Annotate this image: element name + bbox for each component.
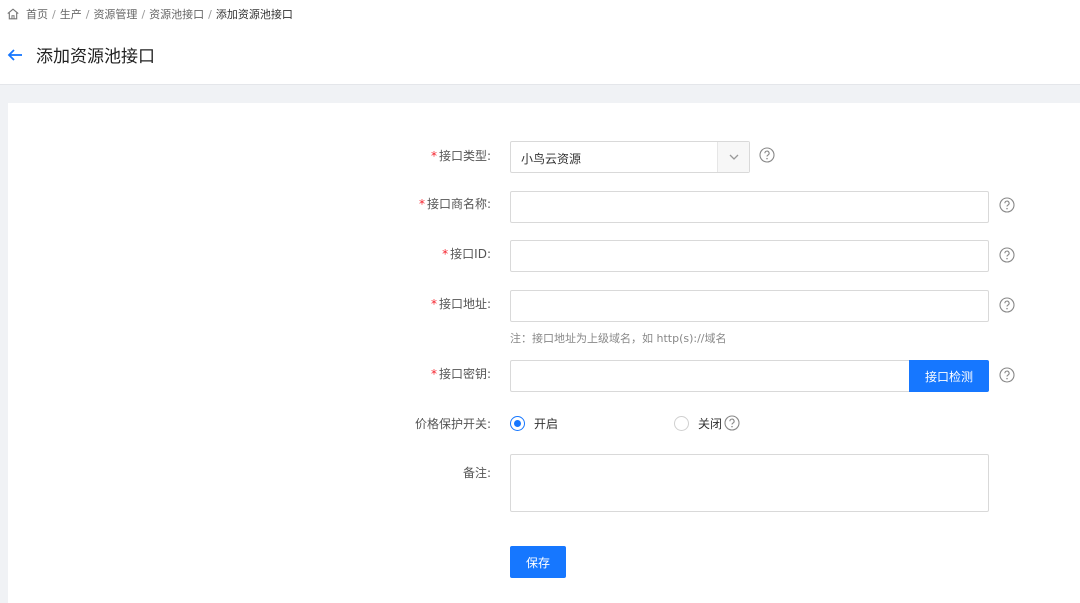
price-protect-on-label: 开启 [534,417,559,431]
interface-key-label: * 接口密钥: [431,365,491,382]
interface-key-label-text: 接口密钥: [438,367,491,381]
breadcrumb-resource-pool-interface[interactable]: 资源池接口 [149,6,204,22]
help-icon[interactable] [724,415,740,431]
breadcrumb: 首页 / 生产 / 资源管理 / 资源池接口 / 添加资源池接口 [6,6,293,22]
breadcrumb-separator: / [52,7,56,21]
required-mark: * [442,247,449,261]
interface-id-label: * 接口ID: [442,245,491,262]
price-protect-on-radio[interactable]: 开启 [510,415,558,432]
interface-key-input[interactable] [510,360,910,392]
breadcrumb-production[interactable]: 生产 [60,6,82,22]
breadcrumb-separator: / [208,7,212,21]
interface-check-button[interactable]: 接口检测 [909,360,989,392]
price-protect-off-label: 关闭 [698,417,723,431]
breadcrumb-current: 添加资源池接口 [215,8,293,21]
breadcrumb-separator: / [141,7,146,21]
interface-address-hint: 注：接口地址为上级域名，如 http(s)://域名 [510,332,727,345]
remark-textarea[interactable] [510,454,989,512]
help-icon[interactable] [999,297,1015,313]
help-icon[interactable] [759,147,775,163]
vendor-name-label: * 接口商名称: [419,195,491,212]
interface-type-select[interactable]: 小鸟云资源 [510,141,750,173]
vendor-name-label-text: 接口商名称: [426,197,491,211]
required-mark: * [418,197,425,211]
help-icon[interactable] [999,367,1015,383]
breadcrumb-resource-management[interactable]: 资源管理 [93,6,137,22]
back-arrow-icon[interactable] [6,46,24,64]
interface-address-input[interactable] [510,290,989,322]
breadcrumb-separator: / [85,7,90,21]
interface-id-input[interactable] [510,240,989,272]
save-button[interactable]: 保存 [510,546,566,578]
interface-type-value: 小鸟云资源 [521,152,582,166]
vendor-name-input[interactable] [510,191,989,223]
interface-key-group: 接口检测 [510,360,989,392]
radio-dot[interactable] [510,416,525,431]
chevron-down-icon[interactable] [717,142,749,172]
title-row: 添加资源池接口 [6,42,155,67]
home-icon[interactable] [6,7,20,21]
interface-type-label-text: 接口类型: [438,149,491,163]
required-mark: * [430,367,437,381]
interface-address-label-text: 接口地址: [438,297,491,311]
breadcrumb-home[interactable]: 首页 [26,6,48,22]
price-protect-off-radio[interactable]: 关闭 [674,415,722,432]
interface-id-label-text: 接口ID: [450,247,491,261]
help-icon[interactable] [999,197,1015,213]
form-panel: * 接口类型: 小鸟云资源 * 接口商名称: * 接口ID: * 接口地址: 注… [8,103,1080,603]
radio-dot[interactable] [674,416,689,431]
required-mark: * [430,297,437,311]
interface-type-label: * 接口类型: [431,147,491,164]
required-mark: * [430,149,437,163]
price-protect-label: 价格保护开关: [414,417,491,431]
help-icon[interactable] [999,247,1015,263]
remark-label: 备注: [462,466,491,480]
interface-address-label: * 接口地址: [431,295,491,312]
page-title: 添加资源池接口 [36,47,155,67]
page-header: 首页 / 生产 / 资源管理 / 资源池接口 / 添加资源池接口 添加资源池接口 [0,0,1080,85]
